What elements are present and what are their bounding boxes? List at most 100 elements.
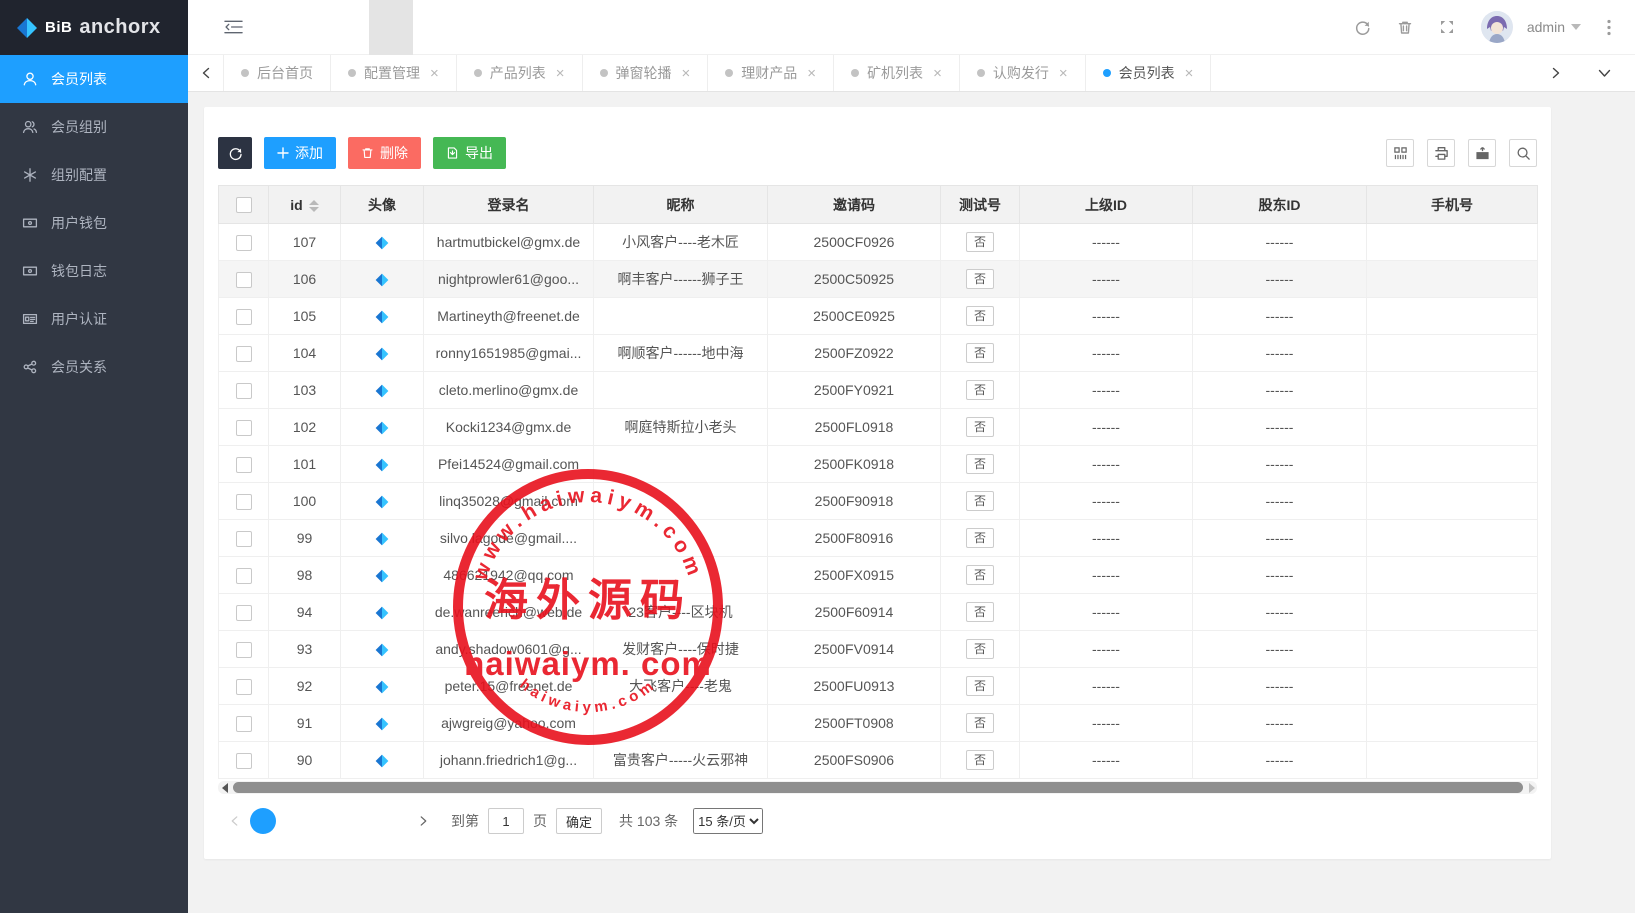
column-header[interactable]: 昵称 — [594, 186, 768, 224]
print-button[interactable] — [1427, 139, 1455, 167]
sidebar-item[interactable]: 会员列表 — [0, 55, 188, 103]
export-file-button[interactable] — [1468, 139, 1496, 167]
user-menu[interactable]: admin — [1527, 19, 1581, 35]
page-size-select[interactable]: 15 条/页 — [693, 808, 763, 834]
cell-shareholder-id: ------ — [1193, 483, 1367, 520]
row-checkbox[interactable] — [236, 605, 252, 621]
brand-text-bib: BiB — [45, 19, 72, 36]
sort-icon[interactable] — [309, 200, 319, 212]
tabs-scroll-right-button[interactable] — [1539, 55, 1573, 91]
topnav-item[interactable] — [281, 0, 325, 55]
column-header[interactable]: 登录名 — [424, 186, 594, 224]
prev-page-button[interactable] — [230, 815, 239, 827]
scrollbar-thumb[interactable] — [233, 782, 1523, 793]
confirm-button[interactable]: 确定 — [556, 808, 602, 834]
tab[interactable]: 产品列表 × — [457, 55, 583, 91]
goto-page-input[interactable] — [488, 808, 524, 834]
tabs-scroll-left-button[interactable] — [188, 55, 224, 91]
page-number[interactable] — [382, 808, 408, 834]
column-header[interactable]: 邀请码 — [768, 186, 941, 224]
tab-close-icon[interactable]: × — [682, 65, 691, 82]
horizontal-scrollbar[interactable] — [218, 781, 1537, 794]
sidebar-item[interactable]: 用户认证 — [0, 295, 188, 343]
brand-logo[interactable]: BiB anchorx — [0, 0, 188, 55]
row-checkbox[interactable] — [236, 642, 252, 658]
sidebar-item[interactable]: 会员组别 — [0, 103, 188, 151]
topnav-item[interactable] — [369, 0, 413, 55]
menu-toggle-icon[interactable] — [224, 19, 243, 35]
row-checkbox[interactable] — [236, 457, 252, 473]
tab[interactable]: 弹窗轮播 × — [583, 55, 709, 91]
tab-close-icon[interactable]: × — [1185, 65, 1194, 82]
cell-invite-code: 2500FX0915 — [768, 557, 941, 594]
tab-close-icon[interactable]: × — [556, 65, 565, 82]
cell-login: hartmutbickel@gmx.de — [424, 224, 594, 261]
tab-close-icon[interactable]: × — [933, 65, 942, 82]
clear-cache-trash-button[interactable] — [1397, 19, 1413, 36]
column-header[interactable]: 上级ID — [1020, 186, 1193, 224]
sidebar-item[interactable]: 用户钱包 — [0, 199, 188, 247]
delete-button[interactable]: 删除 — [348, 137, 421, 169]
tab[interactable]: 配置管理 × — [331, 55, 457, 91]
row-checkbox[interactable] — [236, 309, 252, 325]
refresh-table-button[interactable] — [218, 137, 252, 169]
row-checkbox[interactable] — [236, 346, 252, 362]
row-checkbox[interactable] — [236, 235, 252, 251]
page-number[interactable] — [349, 808, 375, 834]
column-header[interactable]: id — [269, 186, 341, 224]
export-button[interactable]: 导出 — [433, 137, 506, 169]
refresh-page-button[interactable] — [1354, 19, 1371, 36]
column-header[interactable]: 股东ID — [1193, 186, 1367, 224]
sidebar-item[interactable]: 会员关系 — [0, 343, 188, 391]
test-flag-badge: 否 — [966, 639, 994, 659]
scroll-left-arrow-icon[interactable] — [222, 783, 228, 793]
cell-shareholder-id: ------ — [1193, 705, 1367, 742]
tabs-dropdown-button[interactable] — [1587, 55, 1621, 91]
tab[interactable]: 会员列表 × — [1086, 55, 1212, 91]
select-all-checkbox[interactable] — [236, 197, 252, 213]
row-checkbox[interactable] — [236, 716, 252, 732]
page-number[interactable] — [283, 808, 309, 834]
scroll-right-arrow-icon[interactable] — [1529, 783, 1535, 793]
row-checkbox[interactable] — [236, 494, 252, 510]
sidebar-item[interactable]: 钱包日志 — [0, 247, 188, 295]
tab[interactable]: 认购发行 × — [960, 55, 1086, 91]
search-button[interactable] — [1509, 139, 1537, 167]
page-number[interactable] — [316, 808, 342, 834]
cell-nickname: 富贵客户-----火云邪神 — [594, 742, 768, 779]
row-checkbox[interactable] — [236, 753, 252, 769]
add-button[interactable]: 添加 — [264, 137, 336, 169]
tab[interactable]: 矿机列表 × — [834, 55, 960, 91]
tab-close-icon[interactable]: × — [1059, 65, 1068, 82]
row-checkbox[interactable] — [236, 568, 252, 584]
cell-login: andy.shadow0601@g... — [424, 631, 594, 668]
row-checkbox[interactable] — [236, 272, 252, 288]
topnav-item[interactable] — [413, 0, 457, 55]
cell-invite-code: 2500CE0925 — [768, 298, 941, 335]
cell-test-flag: 否 — [941, 446, 1020, 483]
tab-close-icon[interactable]: × — [430, 65, 439, 82]
more-options-dots-icon[interactable] — [1607, 19, 1611, 36]
row-checkbox[interactable] — [236, 420, 252, 436]
column-filter-button[interactable] — [1386, 139, 1414, 167]
tab[interactable]: 理财产品 × — [708, 55, 834, 91]
row-checkbox[interactable] — [236, 531, 252, 547]
topnav-item[interactable] — [457, 0, 501, 55]
next-page-button[interactable] — [419, 815, 428, 827]
column-header[interactable]: 测试号 — [941, 186, 1020, 224]
cell-avatar — [341, 483, 424, 520]
sidebar-item[interactable]: 组别配置 — [0, 151, 188, 199]
avatar[interactable] — [1481, 11, 1513, 43]
column-header[interactable]: 手机号 — [1367, 186, 1538, 224]
fullscreen-button[interactable] — [1439, 19, 1455, 35]
page-number[interactable] — [250, 808, 276, 834]
topnav-item[interactable] — [501, 0, 545, 55]
row-checkbox[interactable] — [236, 383, 252, 399]
row-checkbox[interactable] — [236, 679, 252, 695]
cell-shareholder-id: ------ — [1193, 668, 1367, 705]
table-body: 107 hartmutbickel@gmx.de 小风客户----老木匠 250… — [219, 224, 1538, 779]
column-header[interactable]: 头像 — [341, 186, 424, 224]
tab[interactable]: 后台首页 — [224, 55, 331, 91]
topnav-item[interactable] — [325, 0, 369, 55]
tab-close-icon[interactable]: × — [807, 65, 816, 82]
